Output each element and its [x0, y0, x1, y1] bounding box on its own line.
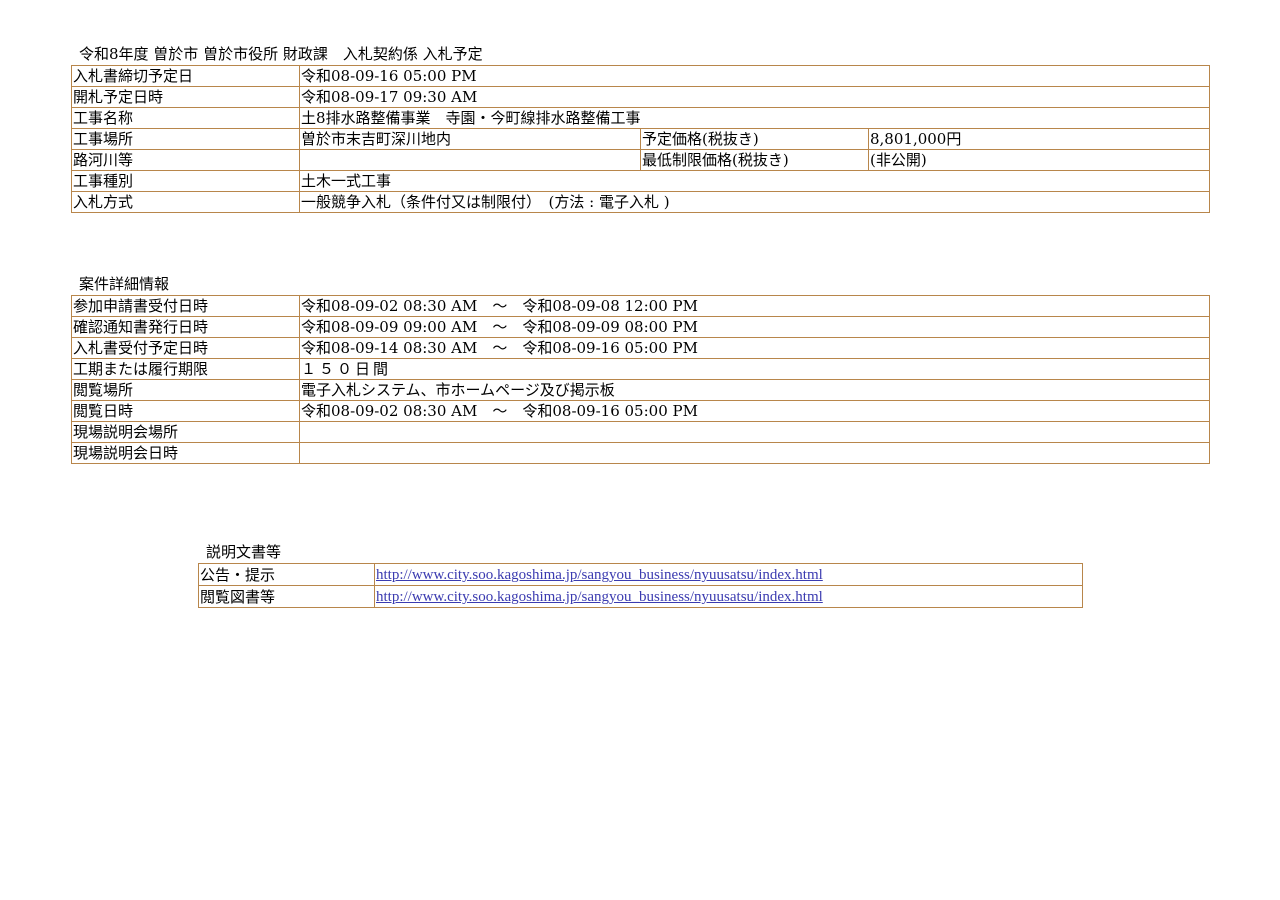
- viewing-documents-link[interactable]: http://www.city.soo.kagoshima.jp/sangyou…: [376, 589, 823, 605]
- location-label: 工事場所: [71, 128, 300, 150]
- detail-value: 電子入札システム、市ホームページ及び掲示板: [299, 379, 1210, 401]
- table-row: 入札方式 一般競争入札（条件付又は制限付） (方法 : 電子入札 ): [71, 191, 1211, 213]
- bid-deadline-label: 入札書締切予定日: [71, 65, 300, 87]
- doc-label: 公告・提示: [198, 563, 375, 586]
- table-row: 工事場所 曽於市末吉町深川地内 予定価格(税抜き) 8,801,000円: [71, 128, 1211, 150]
- table-row: 公告・提示 http://www.city.soo.kagoshima.jp/s…: [198, 563, 1083, 586]
- detail-label: 閲覧日時: [71, 400, 300, 422]
- detail-label: 現場説明会日時: [71, 442, 300, 464]
- planned-price-value: 8,801,000円: [867, 128, 1211, 150]
- table-row: 閲覧日時 令和08-09-02 08:30 AM ～ 令和08-09-16 05…: [71, 400, 1210, 422]
- detail-table: 参加申請書受付日時 令和08-09-02 08:30 AM ～ 令和08-09-…: [71, 295, 1210, 464]
- table-row: 現場説明会日時: [71, 442, 1210, 464]
- opening-label: 開札予定日時: [71, 86, 300, 108]
- bid-method-label: 入札方式: [71, 191, 300, 213]
- docs-table: 公告・提示 http://www.city.soo.kagoshima.jp/s…: [198, 563, 1083, 608]
- detail-section-title: 案件詳細情報: [79, 275, 170, 293]
- doc-link-cell: http://www.city.soo.kagoshima.jp/sangyou…: [374, 585, 1083, 608]
- road-river-label: 路河川等: [71, 149, 300, 171]
- table-row: 工事名称 土8排水路整備事業 寺園・今町線排水路整備工事: [71, 107, 1211, 129]
- location-value: 曽於市末吉町深川地内: [299, 128, 641, 150]
- min-price-label: 最低制限価格(税抜き): [640, 149, 869, 171]
- work-type-label: 工事種別: [71, 170, 300, 192]
- bid-method-value: 一般競争入札（条件付又は制限付） (方法 : 電子入札 ): [298, 191, 1211, 213]
- detail-value: 令和08-09-14 08:30 AM ～ 令和08-09-16 05:00 P…: [299, 337, 1210, 359]
- bid-summary-table: 入札書締切予定日 令和08-09-16 05:00 PM 開札予定日時 令和08…: [71, 65, 1211, 213]
- project-name-label: 工事名称: [71, 107, 300, 129]
- detail-label: 閲覧場所: [71, 379, 300, 401]
- detail-value: 令和08-09-09 09:00 AM ～ 令和08-09-09 08:00 P…: [299, 316, 1210, 338]
- detail-label: 工期または履行期限: [71, 358, 300, 380]
- detail-label: 現場説明会場所: [71, 421, 300, 443]
- table-row: 閲覧場所 電子入札システム、市ホームページ及び掲示板: [71, 379, 1210, 401]
- notice-link[interactable]: http://www.city.soo.kagoshima.jp/sangyou…: [376, 567, 823, 583]
- opening-value: 令和08-09-17 09:30 AM: [298, 86, 1211, 108]
- table-row: 確認通知書発行日時 令和08-09-09 09:00 AM ～ 令和08-09-…: [71, 316, 1210, 338]
- doc-label: 閲覧図書等: [198, 585, 375, 608]
- min-price-value: (非公開): [867, 149, 1211, 171]
- work-type-value: 土木一式工事: [298, 170, 1211, 192]
- doc-link-cell: http://www.city.soo.kagoshima.jp/sangyou…: [374, 563, 1083, 586]
- detail-value: 令和08-09-02 08:30 AM ～ 令和08-09-16 05:00 P…: [299, 400, 1210, 422]
- detail-label: 参加申請書受付日時: [71, 295, 300, 317]
- page-title: 令和8年度 曽於市 曽於市役所 財政課 入札契約係 入札予定: [79, 45, 483, 63]
- detail-value: 令和08-09-02 08:30 AM ～ 令和08-09-08 12:00 P…: [299, 295, 1210, 317]
- table-row: 工事種別 土木一式工事: [71, 170, 1211, 192]
- project-name-value: 土8排水路整備事業 寺園・今町線排水路整備工事: [298, 107, 1211, 129]
- bid-deadline-value: 令和08-09-16 05:00 PM: [298, 65, 1211, 87]
- table-row: 現場説明会場所: [71, 421, 1210, 443]
- detail-label: 入札書受付予定日時: [71, 337, 300, 359]
- detail-value: [299, 421, 1210, 443]
- table-row: 閲覧図書等 http://www.city.soo.kagoshima.jp/s…: [198, 585, 1083, 608]
- table-row: 路河川等 最低制限価格(税抜き) (非公開): [71, 149, 1211, 171]
- table-row: 工期または履行期限 １５０日間: [71, 358, 1210, 380]
- road-river-value: [299, 149, 641, 171]
- table-row: 入札書締切予定日 令和08-09-16 05:00 PM: [71, 65, 1211, 87]
- docs-section-title: 説明文書等: [206, 543, 282, 561]
- planned-price-label: 予定価格(税抜き): [640, 128, 869, 150]
- table-row: 参加申請書受付日時 令和08-09-02 08:30 AM ～ 令和08-09-…: [71, 295, 1210, 317]
- detail-value: [299, 442, 1210, 464]
- detail-value: １５０日間: [299, 358, 1210, 380]
- table-row: 入札書受付予定日時 令和08-09-14 08:30 AM ～ 令和08-09-…: [71, 337, 1210, 359]
- table-row: 開札予定日時 令和08-09-17 09:30 AM: [71, 86, 1211, 108]
- detail-label: 確認通知書発行日時: [71, 316, 300, 338]
